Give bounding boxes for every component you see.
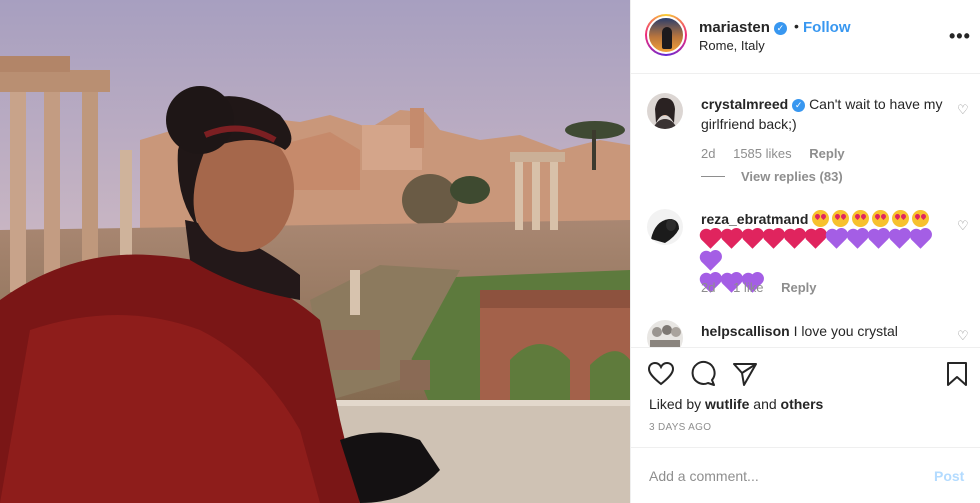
heart-eyes-emoji-icon xyxy=(892,210,910,227)
heart-eyes-emoji-icon xyxy=(852,210,870,227)
liked-by-and: and xyxy=(753,396,777,412)
post-comment-button[interactable]: Post xyxy=(934,468,964,484)
heart-eyes-emoji-icon xyxy=(812,210,830,227)
liked-by-prefix: Liked by xyxy=(649,396,702,412)
comment-text-block: crystalmreed ✓ Can't wait to have my girl… xyxy=(701,94,949,134)
post-photo[interactable] xyxy=(0,0,630,503)
purple-heart-emoji-icon xyxy=(848,230,867,249)
purple-heart-emoji-icon xyxy=(827,230,846,249)
post-actions: Liked by wutlife and others 3 DAYS AGO xyxy=(631,347,980,447)
red-heart-emoji-icon xyxy=(806,230,825,249)
commenter-username[interactable]: crystalmreed xyxy=(701,96,788,112)
heart-eyes-emoji-icon xyxy=(832,210,850,227)
heart-icon[interactable] xyxy=(647,360,675,388)
heart-eyes-emoji-icon xyxy=(912,210,930,227)
heart-eyes-emoji-icon xyxy=(872,210,890,227)
comment-age: 2d xyxy=(701,146,716,161)
red-heart-emoji-icon xyxy=(764,230,783,249)
post-timestamp[interactable]: 3 DAYS AGO xyxy=(649,422,711,433)
view-replies-line xyxy=(701,176,725,177)
add-comment-input[interactable] xyxy=(649,465,919,487)
comment-like-heart-icon[interactable]: ♡ xyxy=(957,218,969,234)
comments-list[interactable]: crystalmreed ✓ Can't wait to have my girl… xyxy=(631,75,980,347)
comment-likes[interactable]: 1585 likes xyxy=(733,146,792,161)
red-heart-emoji-icon xyxy=(701,230,720,249)
view-replies-label: View replies (83) xyxy=(741,169,843,184)
follow-button[interactable]: Follow xyxy=(803,19,851,36)
reply-button[interactable]: Reply xyxy=(781,280,816,295)
post-location[interactable]: Rome, Italy xyxy=(699,38,765,53)
comment-age: 2d xyxy=(701,280,716,295)
purple-heart-emoji-icon xyxy=(890,230,909,249)
red-heart-emoji-icon xyxy=(785,230,804,249)
comment-like-heart-icon[interactable]: ♡ xyxy=(957,328,969,344)
liked-by-others[interactable]: others xyxy=(781,396,824,412)
comment-text-block: helpscallison I love you crystal xyxy=(701,321,949,341)
purple-heart-emoji-icon xyxy=(869,230,888,249)
roman-forum-photo xyxy=(0,0,630,503)
header-separator: • xyxy=(794,18,799,34)
post-side-panel: mariasten ✓ • Follow Rome, Italy ••• crys… xyxy=(630,0,980,503)
comment-icon[interactable] xyxy=(689,360,717,388)
comment-emoji-text xyxy=(812,210,932,227)
author-avatar[interactable] xyxy=(645,14,687,56)
liked-by-summary: Liked by wutlife and others xyxy=(649,396,823,412)
comment-meta: 2d 1 like Reply xyxy=(701,280,830,295)
commenter-avatar[interactable] xyxy=(647,209,683,245)
comment-text: I love you crystal xyxy=(793,323,898,339)
commenter-avatar[interactable] xyxy=(647,93,683,129)
commenter-username[interactable]: helpscallison xyxy=(701,323,790,339)
red-heart-emoji-icon xyxy=(743,230,762,249)
bookmark-icon[interactable] xyxy=(943,360,971,388)
author-avatar-image xyxy=(647,16,685,54)
view-replies-button[interactable]: View replies (83) xyxy=(701,169,843,184)
post-header: mariasten ✓ • Follow Rome, Italy ••• xyxy=(631,0,980,74)
emoji-hearts-row xyxy=(701,229,949,273)
comment-likes[interactable]: 1 like xyxy=(733,280,763,295)
more-options-icon[interactable]: ••• xyxy=(949,26,971,47)
author-username[interactable]: mariasten ✓ xyxy=(699,19,787,36)
author-username-text: mariasten xyxy=(699,19,770,36)
add-comment-bar: Post xyxy=(631,447,980,503)
commenter-username[interactable]: reza_ebratmand xyxy=(701,211,808,227)
share-icon[interactable] xyxy=(731,360,759,388)
purple-heart-emoji-icon xyxy=(911,230,930,249)
red-heart-emoji-icon xyxy=(722,230,741,249)
commenter-avatar[interactable] xyxy=(647,320,683,347)
reply-button[interactable]: Reply xyxy=(809,146,844,161)
liked-by-user[interactable]: wutlife xyxy=(705,396,749,412)
purple-heart-emoji-icon xyxy=(701,252,720,271)
comment-meta: 2d 1585 likes Reply xyxy=(701,146,859,161)
verified-badge-icon: ✓ xyxy=(792,99,806,112)
comment-like-heart-icon[interactable]: ♡ xyxy=(957,102,969,118)
verified-badge-icon: ✓ xyxy=(773,22,787,35)
